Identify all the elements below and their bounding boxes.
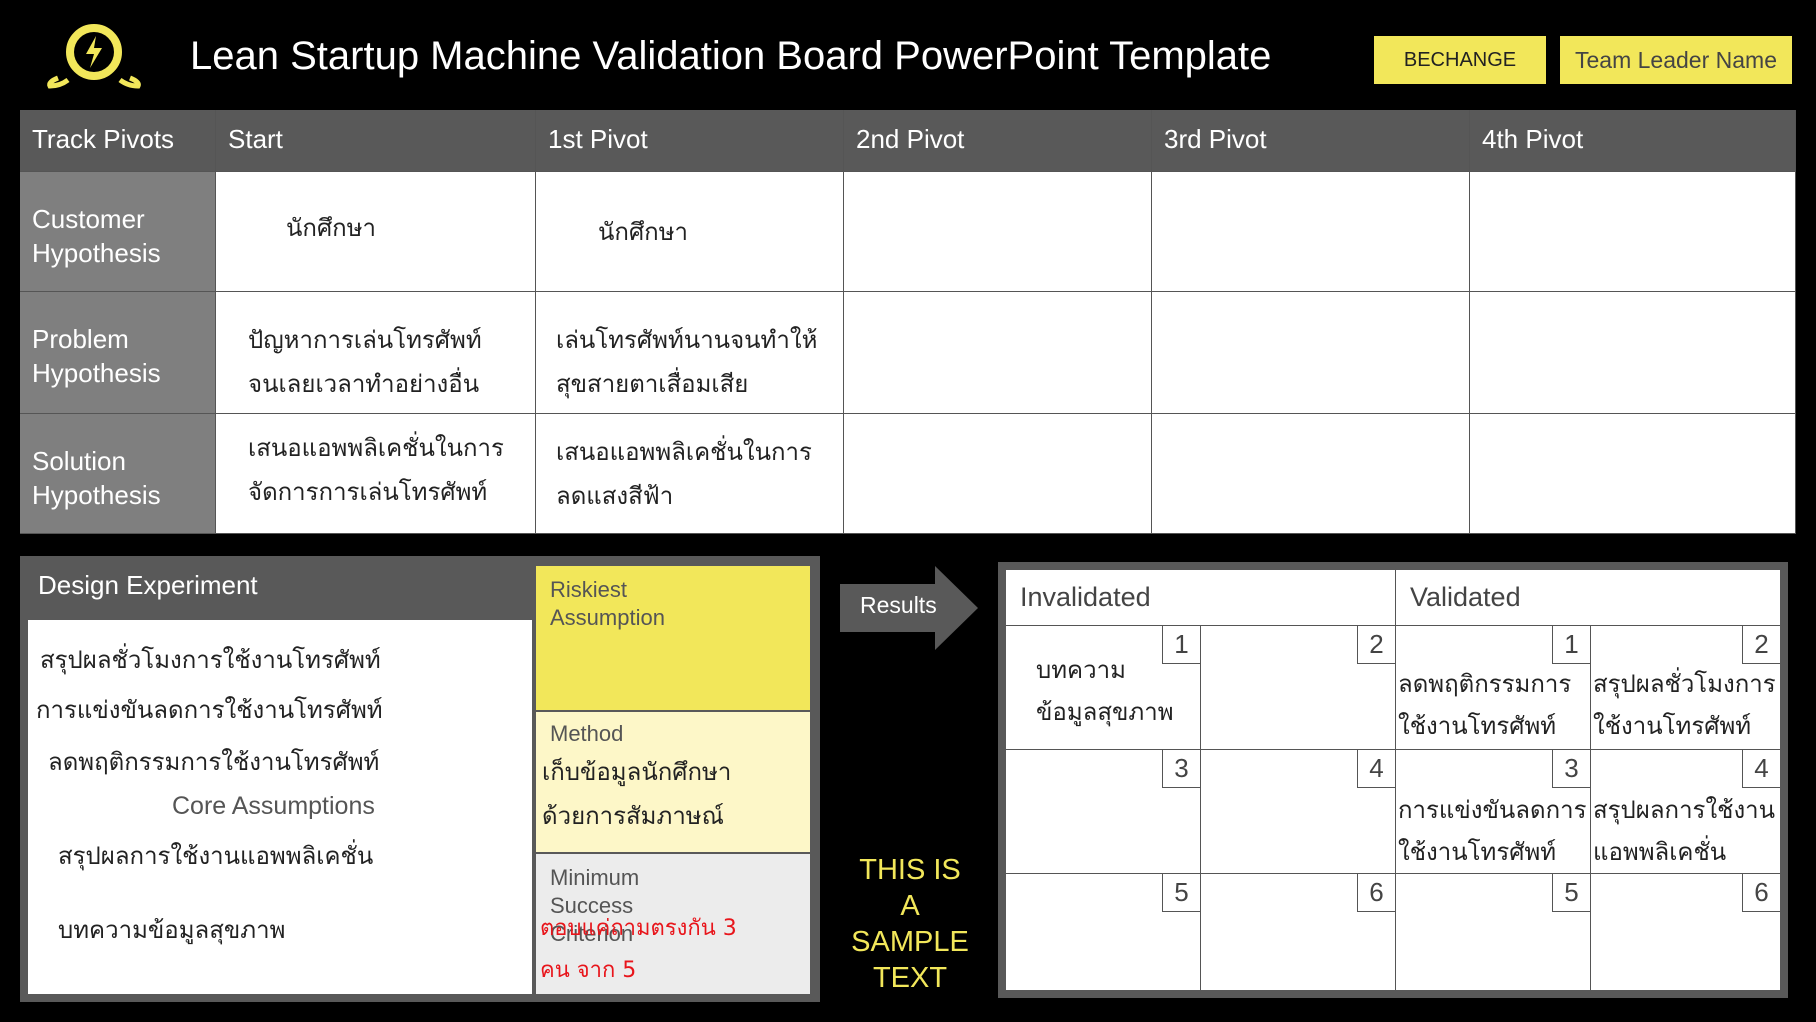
cell-customer-pivot3[interactable] bbox=[1152, 172, 1470, 292]
cell-number: 6 bbox=[1742, 874, 1780, 912]
cell-problem-pivot4[interactable] bbox=[1470, 292, 1796, 414]
row-label-solution: Solution Hypothesis bbox=[20, 414, 216, 534]
msc-red-text-2: คน จาก 5 bbox=[540, 958, 637, 983]
cell-customer-pivot1[interactable] bbox=[536, 172, 844, 292]
validated-cell-2[interactable]: 2 สรุปผลชั่วโมงการ ใช้งานโทรศัพท์ bbox=[1591, 626, 1780, 750]
method-label: Method bbox=[550, 721, 624, 746]
cell-problem-pivot2[interactable] bbox=[844, 292, 1152, 414]
experiment-line-4: สรุปผลการใช้งานแอพพลิเคชั่น bbox=[58, 842, 374, 870]
validated-1-text-1: ลดพฤติกรรมการ bbox=[1398, 670, 1572, 698]
sample-text: THIS IS A SAMPLE TEXT bbox=[830, 852, 990, 996]
cell-problem-pivot3[interactable] bbox=[1152, 292, 1470, 414]
problem-pivot1-text-1: เล่นโทรศัพท์นานจนทำให้ bbox=[556, 326, 818, 354]
validated-cell-3[interactable]: 3 การแข่งขันลดการ ใช้งานโทรศัพท์ bbox=[1396, 750, 1591, 874]
validated-1-text-2: ใช้งานโทรศัพท์ bbox=[1398, 712, 1557, 740]
customer-start-text: นักศึกษา bbox=[286, 214, 376, 242]
col-header-pivot4: 4th Pivot bbox=[1470, 110, 1796, 172]
cell-customer-pivot4[interactable] bbox=[1470, 172, 1796, 292]
logo bbox=[44, 20, 144, 90]
sample-line-1: THIS IS bbox=[859, 854, 961, 886]
method-text-2: ด้วยการสัมภาษณ์ bbox=[542, 802, 724, 830]
team-leader-tag[interactable]: Team Leader Name bbox=[1560, 36, 1792, 84]
problem-start-text-1: ปัญหาการเล่นโทรศัพท์ bbox=[248, 326, 482, 354]
sample-line-4: TEXT bbox=[872, 962, 948, 994]
solution-start-text-1: เสนอแอพพลิเคชั่นในการ bbox=[248, 434, 504, 462]
method-box[interactable]: Method เก็บข้อมูลนักศึกษา ด้วยการสัมภาษณ… bbox=[536, 712, 810, 852]
cell-number: 2 bbox=[1357, 626, 1395, 664]
validated-2-text-1: สรุปผลชั่วโมงการ bbox=[1593, 670, 1776, 698]
invalidated-cell-4[interactable]: 4 bbox=[1201, 750, 1396, 874]
cell-solution-pivot2[interactable] bbox=[844, 414, 1152, 534]
sample-line-3: SAMPLE bbox=[851, 926, 969, 958]
cell-number: 4 bbox=[1357, 750, 1395, 788]
cell-number: 1 bbox=[1162, 626, 1200, 664]
invalidated-cell-5[interactable]: 5 bbox=[1006, 874, 1201, 990]
validated-label: Validated bbox=[1410, 582, 1521, 612]
minimum-success-box[interactable]: Minimum Success Criterion ตอบแค่ถามตรงกั… bbox=[536, 854, 810, 994]
cell-solution-pivot3[interactable] bbox=[1152, 414, 1470, 534]
col-header-track: Track Pivots bbox=[20, 110, 216, 172]
riskiest-assumption-label: Riskiest Assumption bbox=[550, 577, 665, 630]
cell-number: 3 bbox=[1552, 750, 1590, 788]
cell-number: 5 bbox=[1552, 874, 1590, 912]
design-experiment-body[interactable]: สรุปผลชั่วโมงการใช้งานโทรศัพท์ การแข่งขั… bbox=[28, 620, 532, 994]
brand-tag[interactable]: BECHANGE bbox=[1374, 36, 1546, 84]
cell-customer-pivot2[interactable] bbox=[844, 172, 1152, 292]
solution-start-text-2: จัดการการเล่นโทรศัพท์ bbox=[248, 478, 488, 506]
col-header-start: Start bbox=[216, 110, 536, 172]
experiment-line-2: การแข่งขันลดการใช้งานโทรศัพท์ bbox=[36, 696, 383, 724]
validated-3-text-2: ใช้งานโทรศัพท์ bbox=[1398, 838, 1557, 866]
sample-line-2: A bbox=[900, 890, 920, 922]
core-assumptions-label: Core Assumptions bbox=[172, 792, 375, 820]
col-header-pivot2: 2nd Pivot bbox=[844, 110, 1152, 172]
results-board: Invalidated Validated 1 บทความ ข้อมูลสุข… bbox=[998, 562, 1788, 998]
invalidated-header: Invalidated bbox=[1006, 570, 1396, 626]
invalidated-1-text-2: ข้อมูลสุขภาพ bbox=[1036, 698, 1174, 726]
validated-cell-1[interactable]: 1 ลดพฤติกรรมการ ใช้งานโทรศัพท์ bbox=[1396, 626, 1591, 750]
invalidated-1-text-1: บทความ bbox=[1036, 656, 1126, 684]
validated-4-text-1: สรุปผลการใช้งาน bbox=[1593, 796, 1776, 824]
cell-number: 4 bbox=[1742, 750, 1780, 788]
riskiest-assumption-box[interactable]: Riskiest Assumption bbox=[536, 566, 810, 710]
validated-cell-4[interactable]: 4 สรุปผลการใช้งาน แอพพลิเคชั่น bbox=[1591, 750, 1780, 874]
cell-number: 5 bbox=[1162, 874, 1200, 912]
col-header-pivot1: 1st Pivot bbox=[536, 110, 844, 172]
invalidated-cell-1[interactable]: 1 บทความ ข้อมูลสุขภาพ bbox=[1006, 626, 1201, 750]
row-label-customer: Customer Hypothesis bbox=[20, 172, 216, 292]
pivot-table: Track Pivots Start 1st Pivot 2nd Pivot 3… bbox=[20, 110, 1796, 534]
problem-start-text-2: จนเลยเวลาทำอย่างอื่น bbox=[248, 370, 480, 398]
lightning-bubble-icon bbox=[47, 24, 141, 89]
method-text-1: เก็บข้อมูลนักศึกษา bbox=[542, 758, 732, 786]
results-label: Results bbox=[860, 592, 937, 618]
solution-pivot1-text-2: ลดแสงสีฟ้า bbox=[556, 482, 674, 510]
problem-pivot1-text-2: สุขสายตาเสื่อมเสีย bbox=[556, 370, 749, 398]
cell-number: 2 bbox=[1742, 626, 1780, 664]
experiment-line-5: บทความข้อมูลสุขภาพ bbox=[58, 916, 286, 944]
row-label-problem: Problem Hypothesis bbox=[20, 292, 216, 414]
solution-pivot1-text-1: เสนอแอพพลิเคชั่นในการ bbox=[556, 438, 812, 466]
validated-2-text-2: ใช้งานโทรศัพท์ bbox=[1593, 712, 1752, 740]
customer-pivot1-text: นักศึกษา bbox=[598, 218, 688, 246]
invalidated-cell-6[interactable]: 6 bbox=[1201, 874, 1396, 990]
cell-number: 3 bbox=[1162, 750, 1200, 788]
validated-cell-5[interactable]: 5 bbox=[1396, 874, 1591, 990]
validated-header: Validated bbox=[1396, 570, 1780, 626]
validated-4-text-2: แอพพลิเคชั่น bbox=[1593, 838, 1727, 866]
design-experiment-title: Design Experiment bbox=[38, 570, 258, 600]
validated-3-text-1: การแข่งขันลดการ bbox=[1398, 796, 1587, 824]
invalidated-cell-2[interactable]: 2 bbox=[1201, 626, 1396, 750]
col-header-pivot3: 3rd Pivot bbox=[1152, 110, 1470, 172]
msc-red-text-1: ตอบแค่ถามตรงกัน 3 bbox=[540, 916, 737, 941]
cell-number: 1 bbox=[1552, 626, 1590, 664]
cell-number: 6 bbox=[1357, 874, 1395, 912]
validated-cell-6[interactable]: 6 bbox=[1591, 874, 1780, 990]
experiment-line-3: ลดพฤติกรรมการใช้งานโทรศัพท์ bbox=[48, 748, 380, 776]
cell-solution-pivot4[interactable] bbox=[1470, 414, 1796, 534]
page-title: Lean Startup Machine Validation Board Po… bbox=[190, 34, 1272, 78]
experiment-line-1: สรุปผลชั่วโมงการใช้งานโทรศัพท์ bbox=[40, 646, 381, 674]
invalidated-label: Invalidated bbox=[1020, 582, 1151, 612]
invalidated-cell-3[interactable]: 3 bbox=[1006, 750, 1201, 874]
cell-customer-start[interactable] bbox=[216, 172, 536, 292]
